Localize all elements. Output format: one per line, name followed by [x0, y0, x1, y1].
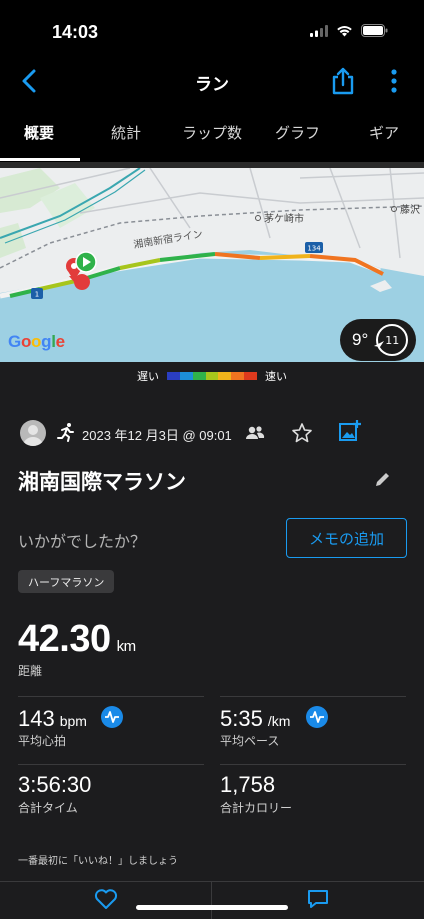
calories-label: 合計カロリー [220, 801, 293, 815]
tab-laps[interactable]: ラップ数 [182, 122, 242, 143]
pace-info-icon[interactable] [306, 706, 328, 728]
avatar[interactable] [20, 420, 46, 446]
add-photo-icon[interactable] [338, 419, 362, 443]
legend-color-bar [167, 372, 258, 380]
more-options-icon[interactable] [384, 68, 404, 94]
total-time-label: 合計タイム [18, 801, 78, 815]
activity-details: 2023 年12 月3日 @ 09:01 湘南国際マラソン いかがでしたか？ メ… [0, 390, 424, 919]
legend-color-1 [179, 372, 193, 380]
wind-speed: 11 [385, 333, 400, 347]
group-icon[interactable] [244, 422, 266, 444]
wind-speed-icon: 11 [374, 324, 409, 356]
tab-graph[interactable]: グラフ [275, 122, 320, 143]
road-134-label: 134 [307, 245, 321, 253]
tab-active-indicator [0, 158, 80, 161]
heart-rate-value: 143 bpm [18, 706, 87, 731]
legend-color-6 [244, 372, 258, 380]
edit-icon[interactable] [374, 470, 392, 488]
social-bar [0, 881, 424, 919]
page-title: ラン [195, 75, 229, 95]
legend-color-0 [167, 372, 180, 380]
distance-value: 42.30 km [18, 618, 137, 660]
tab-bar: 概要 統計 ラップ数 グラフ ギア [0, 106, 424, 162]
user-icon [23, 425, 43, 446]
comment-icon[interactable] [306, 888, 330, 910]
tab-overview[interactable]: 概要 [24, 122, 54, 143]
legend-color-3 [205, 372, 219, 380]
map-label-city2: 藤沢 [400, 203, 420, 216]
tab-gear[interactable]: ギア [369, 122, 399, 143]
pace-value: 5:35/km [220, 706, 291, 731]
add-memo-button[interactable]: メモの追加 [286, 518, 407, 558]
distance-unit: km [116, 638, 137, 655]
like-heart-icon[interactable] [94, 888, 118, 910]
start-pin-icon [75, 251, 97, 273]
activity-date: 2023 年12 月3日 @ 09:01 [82, 428, 232, 443]
pace-label: 平均ペース [220, 734, 280, 748]
star-icon[interactable] [291, 422, 313, 444]
divider [211, 882, 212, 919]
divider [18, 764, 204, 765]
road-1-label: 1 [35, 291, 39, 299]
like-prompt: 一番最初に「いいね！」しましょう [18, 856, 178, 867]
google-logo: Google [8, 332, 65, 351]
temperature: 9° [352, 330, 369, 349]
calories-value: 1,758 [220, 772, 276, 797]
legend-fast: 速い [265, 370, 287, 383]
divider [220, 764, 406, 765]
weather-badge: 9° 11 [340, 319, 416, 361]
divider [220, 696, 406, 697]
activity-name: 湘南国際マラソン [18, 470, 186, 494]
distance-label: 距離 [18, 664, 43, 678]
wifi-icon [337, 25, 352, 36]
battery-icon [361, 24, 388, 37]
heart-rate-info-icon[interactable] [101, 706, 123, 728]
nav-bar: ラン [0, 56, 424, 106]
speed-legend: 遅い 速い [0, 362, 424, 390]
legend-slow: 遅い [137, 370, 159, 383]
activity-tag[interactable]: ハーフマラソン [18, 570, 115, 593]
heart-rate-label: 平均心拍 [18, 734, 67, 748]
home-indicator [136, 905, 288, 910]
legend-color-4 [218, 372, 232, 380]
status-bar: 14:03 [0, 0, 424, 56]
tab-stats[interactable]: 統計 [111, 122, 141, 143]
route-map[interactable]: 134 1 湘南新宿ライン 茅ケ崎市 藤沢 Google 9° 11 [0, 162, 424, 362]
status-icons [310, 24, 388, 37]
feedback-prompt: いかがでしたか？ [18, 532, 147, 551]
legend-color-2 [192, 372, 206, 380]
share-icon[interactable] [330, 66, 356, 96]
wind-direction-icon [374, 341, 385, 347]
legend-color-5 [231, 372, 245, 380]
divider [18, 696, 204, 697]
signal-icon [310, 24, 328, 37]
map-label-city: 茅ケ崎市 [264, 212, 304, 225]
running-icon [57, 423, 74, 442]
total-time-value: 3:56:30 [18, 772, 92, 797]
status-time: 14:03 [52, 22, 99, 42]
